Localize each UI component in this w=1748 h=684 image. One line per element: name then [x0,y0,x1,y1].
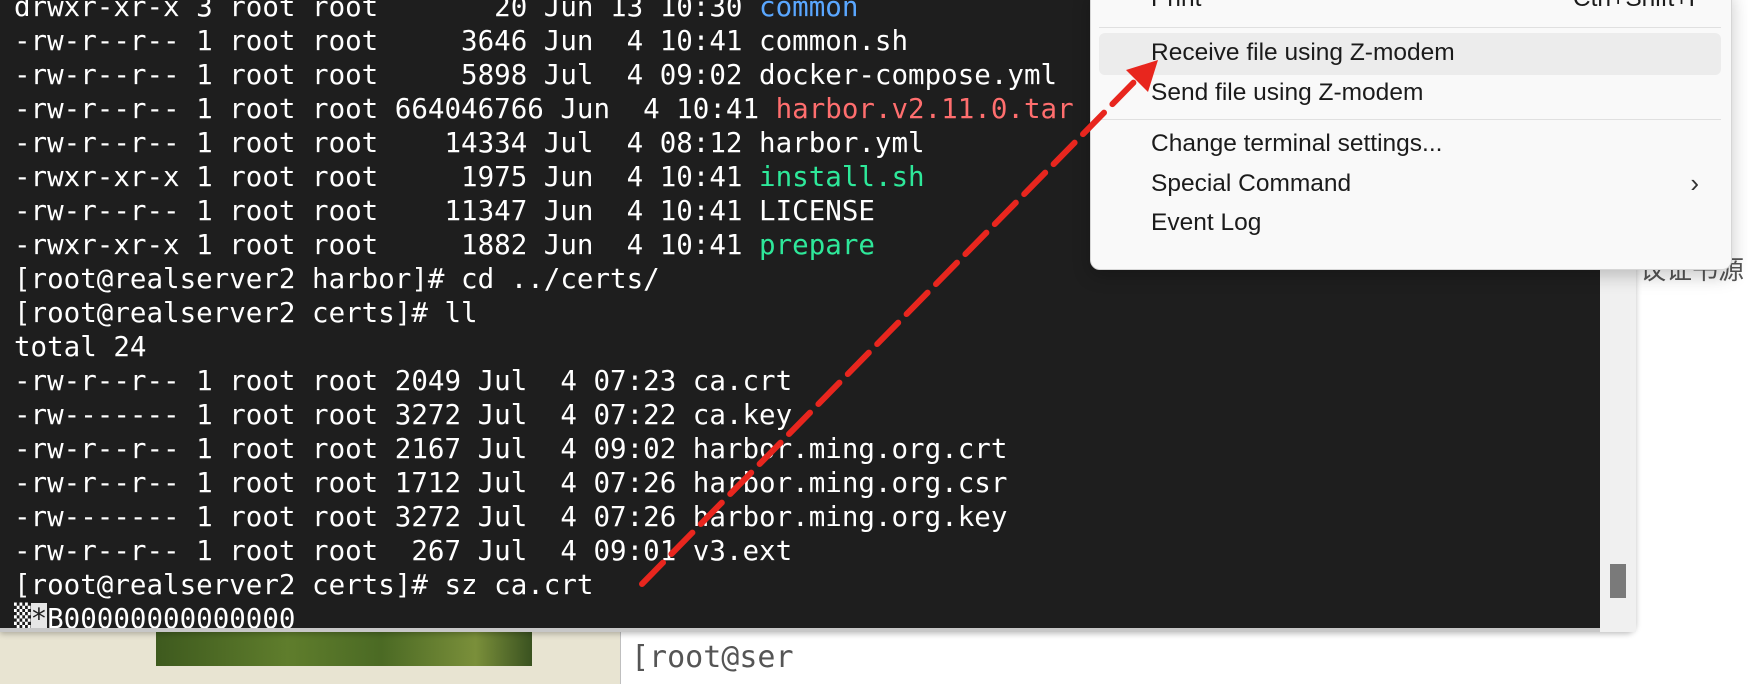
menu-item-label: Event Log [1151,209,1262,236]
terminal-text-segment: -rw-r--r-- 1 root root 5898 Jul 4 09:02 … [14,59,1058,91]
terminal-line: ▒*B00000000000000 [14,602,1074,628]
menu-item-label: Print [1151,0,1201,13]
terminal-line: -rw-r--r-- 1 root root 3646 Jun 4 10:41 … [14,24,1074,58]
terminal-text-segment: drwxr-xr-x 3 root root 20 Jun 13 10:30 [14,0,760,23]
terminal-line: -rw------- 1 root root 3272 Jul 4 07:26 … [14,500,1074,534]
terminal-text-segment: B00000000000000 [47,603,296,628]
terminal-text-segment: total 24 [14,331,147,363]
terminal-text-segment: -rwxr-xr-x 1 root root 1975 Jun 4 10:41 [14,161,760,193]
menu-item-shortcut: Ctrl+Shift+P [1573,0,1705,13]
terminal-text-segment: common [759,0,859,23]
menu-separator [1099,27,1721,28]
menu-item-print[interactable]: Print Ctrl+Shift+P [1099,0,1721,21]
terminal-line: drwxr-xr-x 3 root root 20 Jun 13 10:30 c… [14,0,1074,24]
terminal-line: -rw-r--r-- 1 root root 267 Jul 4 09:01 v… [14,534,1074,568]
menu-item-change-terminal-settings[interactable]: Change terminal settings... [1099,124,1721,166]
terminal-text-segment: [root@realserver2 certs]# sz ca.crt [14,569,594,601]
terminal-text-segment: prepare [759,229,875,261]
terminal-text-segment: [root@realserver2 harbor]# cd ../certs/ [14,263,660,295]
terminal-text-segment: -rw-r--r-- 1 root root 2167 Jul 4 09:02 … [14,433,1008,465]
terminal-text-segment: -rw-r--r-- 1 root root 2049 Jul 4 07:23 … [14,365,793,397]
desktop-wallpaper-image [156,632,532,666]
terminal-text-segment: -rw-r--r-- 1 root root 664046766 Jun 4 1… [14,93,776,125]
terminal-text-segment: harbor.v2.11.0.tar [775,93,1074,125]
terminal-line: -rwxr-xr-x 1 root root 1975 Jun 4 10:41 … [14,160,1074,194]
menu-item-event-log[interactable]: Event Log [1099,203,1721,245]
terminal-text-segment: -rwxr-xr-x 1 root root 1882 Jun 4 10:41 [14,229,760,261]
terminal-line: -rw-r--r-- 1 root root 11347 Jun 4 10:41… [14,194,1074,228]
terminal-text-segment: install.sh [759,161,925,193]
terminal-text-segment: -rw-r--r-- 1 root root 11347 Jun 4 10:41… [14,195,875,227]
menu-item-special-command[interactable]: Special Command › [1099,164,1721,206]
terminal-line: [root@realserver2 harbor]# cd ../certs/ [14,262,1074,296]
terminal-line: [root@realserver2 certs]# sz ca.crt [14,568,1074,602]
terminal-text-segment: -rw------- 1 root root 3272 Jul 4 07:26 … [14,501,1008,533]
terminal-line: total 24 [14,330,1074,364]
menu-separator [1099,119,1721,120]
terminal-text-segment: -rw-r--r-- 1 root root 1712 Jul 4 07:26 … [14,467,1008,499]
terminal-output: drwxr-xr-x 3 root root 20 Jun 13 10:30 c… [14,0,1074,628]
terminal-text-segment: * [30,603,48,628]
terminal-line: [root@realserver2 certs]# ll [14,296,1074,330]
menu-item-label: Change terminal settings... [1151,130,1443,157]
terminal-text-segment: -rw-r--r-- 1 root root 14334 Jul 4 08:12… [14,127,925,159]
chevron-right-icon: › [1690,168,1699,198]
menu-item-send-zmodem[interactable]: Send file using Z-modem [1099,73,1721,115]
menu-item-label: Receive file using Z-modem [1151,39,1455,66]
menu-item-receive-zmodem[interactable]: Receive file using Z-modem [1099,33,1721,75]
background-terminal-text: [root@ser [631,640,794,675]
background-terminal-window[interactable]: [root@ser [620,632,843,684]
terminal-line: -rw-r--r-- 1 root root 5898 Jul 4 09:02 … [14,58,1074,92]
scrollbar-thumb[interactable] [1610,564,1626,598]
terminal-text-segment: -rw-r--r-- 1 root root 267 Jul 4 09:01 v… [14,535,793,567]
terminal-text-segment: ▒ [14,603,31,628]
terminal-text-segment: [root@realserver2 certs]# ll [14,297,478,329]
context-menu: Print Ctrl+Shift+P Receive file using Z-… [1090,0,1732,270]
terminal-line: -rw------- 1 root root 3272 Jul 4 07:22 … [14,398,1074,432]
menu-item-label: Send file using Z-modem [1151,79,1424,106]
terminal-text-segment: -rw------- 1 root root 3272 Jul 4 07:22 … [14,399,793,431]
terminal-line: -rwxr-xr-x 1 root root 1882 Jun 4 10:41 … [14,228,1074,262]
menu-item-label: Special Command [1151,170,1352,197]
terminal-line: -rw-r--r-- 1 root root 1712 Jul 4 07:26 … [14,466,1074,500]
terminal-line: -rw-r--r-- 1 root root 664046766 Jun 4 1… [14,92,1074,126]
terminal-text-segment: -rw-r--r-- 1 root root 3646 Jun 4 10:41 … [14,25,909,57]
terminal-line: -rw-r--r-- 1 root root 2167 Jul 4 09:02 … [14,432,1074,466]
terminal-line: -rw-r--r-- 1 root root 14334 Jul 4 08:12… [14,126,1074,160]
terminal-line: -rw-r--r-- 1 root root 2049 Jul 4 07:23 … [14,364,1074,398]
